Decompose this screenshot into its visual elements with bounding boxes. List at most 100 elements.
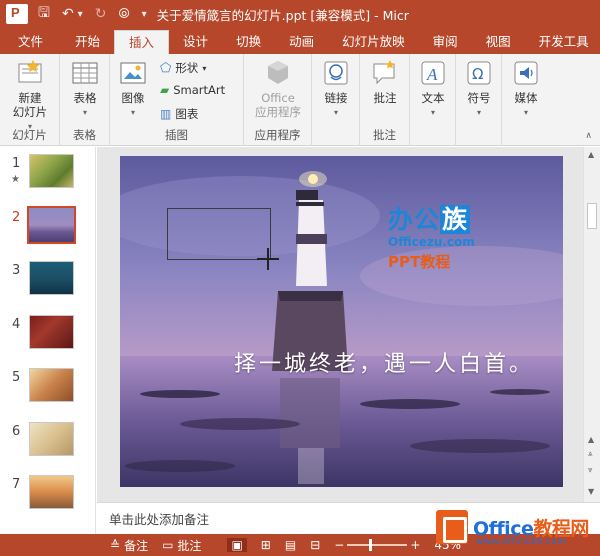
notes-toggle-label: 备注 (124, 538, 149, 553)
tab-file[interactable]: 文件 (0, 30, 62, 54)
smartart-icon: ▰ (160, 83, 170, 97)
slide-thumbnail-image (29, 422, 74, 456)
comment-icon: ▭ (162, 538, 174, 552)
normal-view-icon: ▣ (231, 538, 243, 552)
image-icon (118, 58, 148, 88)
comment-label: 批注 (373, 91, 397, 105)
slide-thumbnail[interactable]: 5 (0, 366, 95, 416)
slide-number: 6 (12, 424, 21, 439)
comment-button[interactable]: 批注 (365, 58, 405, 105)
table-button[interactable]: 表格 ▾ (65, 58, 105, 120)
slide-thumbnail[interactable]: 2 (0, 206, 95, 256)
slide-thumbnail[interactable]: 3 (0, 259, 95, 309)
zoom-track[interactable] (347, 539, 408, 551)
ribbon-insert: 新建 幻灯片 ▾ 幻灯片 表格 ▾ 表格 图像 ▾ ⬠ 形状 ▾ ▰ Smart… (0, 54, 600, 146)
link-button[interactable]: 链接 ▾ (316, 58, 356, 120)
tab-review[interactable]: 审阅 (419, 30, 472, 54)
slide-editor[interactable]: 办公族 Officezu.com PPT教程 择一城终老，遇一人白首。 (97, 147, 583, 502)
slideshow-icon: ⊟ (310, 538, 321, 552)
scroll-up-icon[interactable]: ▲ (588, 150, 594, 159)
slide-thumbnail[interactable]: 4 (0, 313, 95, 363)
symbol-label: 符号 (467, 91, 491, 105)
shapes-icon: ⬠ (160, 60, 172, 76)
smartart-button[interactable]: ▰ SmartArt (160, 83, 225, 97)
next-slide-icon[interactable]: ⩔ (588, 465, 593, 475)
scroll-up-icon[interactable]: ▲ (588, 435, 594, 444)
zoom-thumb[interactable] (369, 539, 373, 551)
undo-icon[interactable]: ↶ (62, 6, 74, 22)
zoom-in-icon[interactable]: + (410, 538, 420, 552)
chart-label: 图表 (175, 107, 199, 121)
normal-view-button[interactable]: ▣ (227, 538, 247, 552)
slide-thumbnail[interactable]: 1 ★ (0, 152, 95, 202)
group-media: 媒体 ▾ (502, 54, 550, 146)
undo-dropdown-icon[interactable]: ▾ (78, 9, 83, 20)
chevron-down-icon: ▾ (430, 108, 435, 117)
tab-animations[interactable]: 动画 (275, 30, 328, 54)
save-icon[interactable]: 🖫 (38, 2, 50, 26)
image-label: 图像 (121, 91, 145, 105)
drawn-rectangle-shape[interactable] (167, 208, 271, 260)
office-apps-button[interactable]: Office 应用程序 (248, 58, 308, 119)
scroll-down-icon[interactable]: ▼ (588, 487, 594, 496)
symbol-button[interactable]: Ω 符号 ▾ (460, 58, 498, 120)
text-label: 文本 (421, 91, 445, 105)
tab-design[interactable]: 设计 (169, 30, 222, 54)
tab-transitions[interactable]: 切换 (222, 30, 275, 54)
slide-number: 7 (12, 477, 21, 492)
slide-thumbnail[interactable]: 7 (0, 473, 95, 523)
slide-thumbnail[interactable]: 6 (0, 420, 95, 470)
chart-button[interactable]: ▥ 图表 (160, 106, 198, 122)
current-slide[interactable]: 办公族 Officezu.com PPT教程 择一城终老，遇一人白首。 (120, 156, 563, 487)
svg-text:Ω: Ω (472, 65, 483, 83)
slide-number: 1 (12, 156, 21, 171)
vertical-scrollbar[interactable]: ▲ ▲ ⩓ ⩔ ▼ (583, 147, 600, 502)
group-tables: 表格 ▾ 表格 (60, 54, 110, 146)
group-links: 链接 ▾ (312, 54, 360, 146)
slide-quote[interactable]: 择一城终老，遇一人白首。 (234, 346, 534, 378)
title-bar: 🖫 ↶ ▾ ↻ ⦾ ▾ 关于爱情箴言的幻灯片.ppt [兼容模式] - Micr (0, 0, 600, 28)
slide-thumbnail-image (29, 154, 74, 188)
slide-thumbnails-panel[interactable]: 1 ★ 2 3 4 5 6 7 (0, 147, 96, 534)
logo-main-b: 族 (440, 205, 471, 234)
logo-subtitle: PPT教程 (388, 253, 451, 271)
zoom-out-icon[interactable]: − (334, 538, 344, 552)
text-button[interactable]: A 文本 ▾ (414, 58, 452, 120)
tab-developer[interactable]: 开发工具 (525, 30, 593, 54)
media-button[interactable]: 媒体 ▾ (506, 58, 546, 120)
tab-home[interactable]: 开始 (61, 30, 114, 54)
new-slide-button[interactable]: 新建 幻灯片 ▾ (4, 58, 56, 134)
reading-view-button[interactable]: ▤ (285, 538, 296, 552)
tab-view[interactable]: 视图 (472, 30, 525, 54)
comments-toggle-button[interactable]: ▭ 批注 (162, 537, 201, 554)
customize-qat-icon[interactable]: ▾ (142, 9, 147, 20)
group-text: A 文本 ▾ (410, 54, 456, 146)
slide-thumbnail-image (29, 261, 74, 295)
shapes-button[interactable]: ⬠ 形状 ▾ (160, 60, 206, 76)
shapes-label: 形状 (175, 61, 199, 75)
chevron-down-icon: ▾ (523, 108, 528, 117)
tab-insert[interactable]: 插入 (114, 30, 170, 54)
slideshow-button[interactable]: ⊟ (310, 538, 320, 552)
comments-toggle-label: 批注 (177, 538, 202, 553)
notes-toggle-button[interactable]: ≙ 备注 (110, 537, 148, 554)
slide-thumbnail-image (29, 475, 74, 509)
group-apps: Office 应用程序 应用程序 (244, 54, 312, 146)
smartart-label: SmartArt (173, 83, 226, 97)
tab-slideshow[interactable]: 幻灯片放映 (328, 30, 419, 54)
present-from-start-icon[interactable]: ⦾ (118, 6, 129, 22)
group-label-apps: 应用程序 (254, 128, 301, 142)
scrollbar-thumb[interactable] (587, 203, 597, 229)
slide-sorter-button[interactable]: ⊞ (261, 538, 271, 552)
slide-number: 2 (12, 210, 21, 225)
group-label-tables: 表格 (73, 128, 96, 142)
table-icon (70, 58, 100, 88)
crosshair-cursor-icon (257, 248, 279, 270)
slide-number: 3 (12, 263, 21, 278)
image-button[interactable]: 图像 ▾ (114, 58, 152, 120)
collapse-ribbon-icon[interactable]: ∧ (585, 131, 592, 141)
zoom-slider[interactable]: − + (334, 538, 420, 552)
office-apps-icon (263, 58, 293, 88)
redo-icon[interactable]: ↻ (95, 6, 107, 22)
previous-slide-icon[interactable]: ⩓ (588, 449, 593, 459)
